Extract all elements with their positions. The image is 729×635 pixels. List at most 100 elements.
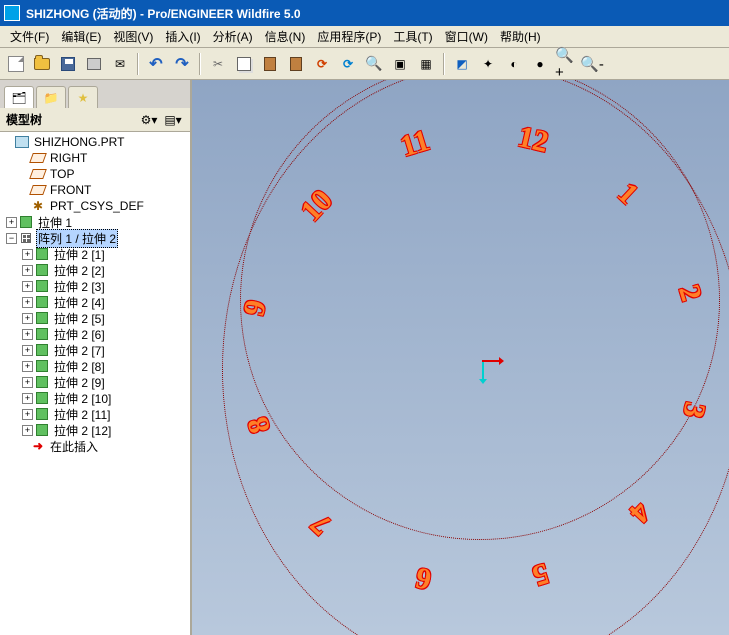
menu-file[interactable]: 文件(F) <box>4 26 55 47</box>
extrude-icon <box>36 296 48 308</box>
extrude-icon <box>36 376 48 388</box>
expand-icon[interactable]: + <box>22 281 33 292</box>
navigator-panel: 🗂 📁 ★ 模型树 ⚙▾ ▤▾ SHIZHONG.PRT RIGHT TOP F… <box>0 80 192 635</box>
expand-icon[interactable]: + <box>22 313 33 324</box>
tree-right[interactable]: RIGHT <box>0 150 190 166</box>
extrude-icon <box>36 360 48 372</box>
tree-item-label: 拉伸 2 [5] <box>52 310 107 327</box>
collapse-icon[interactable]: − <box>6 233 17 244</box>
cut-button[interactable]: ✂ <box>206 52 230 76</box>
orient-icon: ◐ <box>510 57 517 71</box>
tree-top[interactable]: TOP <box>0 166 190 182</box>
redo-icon: ↷ <box>175 54 188 74</box>
zoom-out-icon: 🔍- <box>580 55 604 73</box>
open-button[interactable] <box>30 52 54 76</box>
cut-icon: ✂ <box>213 57 223 71</box>
menu-info[interactable]: 信息(N) <box>259 26 312 47</box>
tree-item-label: 拉伸 2 [7] <box>52 342 107 359</box>
tab-folder[interactable]: 📁 <box>36 86 66 108</box>
tree-front[interactable]: FRONT <box>0 182 190 198</box>
tree-pattern-item[interactable]: +拉伸 2 [6] <box>0 326 190 342</box>
tree-pattern-item[interactable]: +拉伸 2 [9] <box>0 374 190 390</box>
menu-app[interactable]: 应用程序(P) <box>311 26 387 47</box>
show-icon: ▤▾ <box>164 113 181 127</box>
tree-pattern-item[interactable]: +拉伸 2 [11] <box>0 406 190 422</box>
expand-icon[interactable]: + <box>22 361 33 372</box>
spin-icon: ✦ <box>483 57 493 71</box>
menu-tools[interactable]: 工具(T) <box>387 26 438 47</box>
tree-pattern-item[interactable]: +拉伸 2 [3] <box>0 278 190 294</box>
tab-favorite[interactable]: ★ <box>68 86 98 108</box>
paste-button[interactable] <box>258 52 282 76</box>
tree-pattern-item[interactable]: + 拉伸 2 [2] <box>0 262 190 278</box>
tree-settings-button[interactable]: ⚙▾ <box>138 110 160 130</box>
zoom-in-icon: 🔍+ <box>555 46 577 81</box>
panel-title: 模型树 <box>6 111 42 128</box>
menu-view[interactable]: 视图(V) <box>107 26 159 47</box>
tab-model-tree[interactable]: 🗂 <box>4 86 34 108</box>
undo-icon: ↶ <box>149 54 162 74</box>
redo-button[interactable]: ↷ <box>170 52 194 76</box>
tree-pattern-item[interactable]: + 拉伸 2 [8] <box>0 358 190 374</box>
regen2-button[interactable]: ⟳ <box>336 52 360 76</box>
menu-analysis[interactable]: 分析(A) <box>207 26 259 47</box>
spin-button[interactable]: ✦ <box>476 52 500 76</box>
expand-icon[interactable]: + <box>6 217 17 228</box>
print-button[interactable] <box>82 52 106 76</box>
separator <box>137 53 139 75</box>
mail-button[interactable]: ✉ <box>108 52 132 76</box>
view-button[interactable]: ◩ <box>450 52 474 76</box>
orient-button[interactable]: ◐ <box>502 52 526 76</box>
tree-pattern-item[interactable]: + 拉伸 2 [4] <box>0 294 190 310</box>
menu-insert[interactable]: 插入(I) <box>159 26 206 47</box>
tree-pattern-item[interactable]: + 拉伸 2 [7] <box>0 342 190 358</box>
datum-icon <box>29 153 47 163</box>
model-tree[interactable]: SHIZHONG.PRT RIGHT TOP FRONT ✱PRT_CSYS_D… <box>0 132 190 635</box>
paste-special-button[interactable] <box>284 52 308 76</box>
expand-icon[interactable]: + <box>22 265 33 276</box>
menu-window[interactable]: 窗口(W) <box>439 26 494 47</box>
tree-item-label: 拉伸 2 [2] <box>52 262 107 279</box>
tree-icon: 🗂 <box>11 91 26 105</box>
tree-pattern[interactable]: −阵列 1 / 拉伸 2 <box>0 230 190 246</box>
expand-icon[interactable]: + <box>22 345 33 356</box>
expand-icon[interactable]: + <box>22 425 33 436</box>
csys-icon: ✱ <box>31 199 45 213</box>
regen2-icon: ⟳ <box>343 57 353 71</box>
expand-icon[interactable]: + <box>22 249 33 260</box>
tree-root[interactable]: SHIZHONG.PRT <box>0 134 190 150</box>
paste-icon <box>264 57 276 71</box>
expand-icon[interactable]: + <box>22 393 33 404</box>
expand-icon[interactable]: + <box>22 377 33 388</box>
find-button[interactable]: 🔍 <box>362 52 386 76</box>
tree-pattern-item[interactable]: +拉伸 2 [12] <box>0 422 190 438</box>
datum-icon <box>29 169 47 179</box>
expand-icon[interactable]: + <box>22 409 33 420</box>
new-button[interactable] <box>4 52 28 76</box>
tree-csys[interactable]: ✱PRT_CSYS_DEF <box>0 198 190 214</box>
select2-button[interactable]: ▦ <box>414 52 438 76</box>
tree-item-label: 拉伸 2 [1] <box>52 246 107 263</box>
menu-help[interactable]: 帮助(H) <box>494 26 547 47</box>
zoom-out-button[interactable]: 🔍- <box>580 52 604 76</box>
tree-insert-here[interactable]: ➜在此插入 <box>0 438 190 454</box>
shade-button[interactable]: ● <box>528 52 552 76</box>
shade-icon: ● <box>536 57 543 71</box>
tree-item-label: 拉伸 2 [4] <box>52 294 107 311</box>
tree-pattern-item[interactable]: + 拉伸 2 [1] <box>0 246 190 262</box>
undo-button[interactable]: ↶ <box>144 52 168 76</box>
zoom-in-button[interactable]: 🔍+ <box>554 52 578 76</box>
menu-edit[interactable]: 编辑(E) <box>55 26 107 47</box>
extrude-icon <box>36 312 48 324</box>
tree-item-label: 拉伸 2 [8] <box>52 358 107 375</box>
tree-pattern-item[interactable]: +拉伸 2 [10] <box>0 390 190 406</box>
select-button[interactable]: ▣ <box>388 52 412 76</box>
graphics-canvas[interactable]: 121234567891011 <box>192 80 729 635</box>
expand-icon[interactable]: + <box>22 297 33 308</box>
regen-button[interactable]: ⟳ <box>310 52 334 76</box>
copy-button[interactable] <box>232 52 256 76</box>
expand-icon[interactable]: + <box>22 329 33 340</box>
save-button[interactable] <box>56 52 80 76</box>
tree-show-button[interactable]: ▤▾ <box>162 110 184 130</box>
tree-pattern-item[interactable]: + 拉伸 2 [5] <box>0 310 190 326</box>
